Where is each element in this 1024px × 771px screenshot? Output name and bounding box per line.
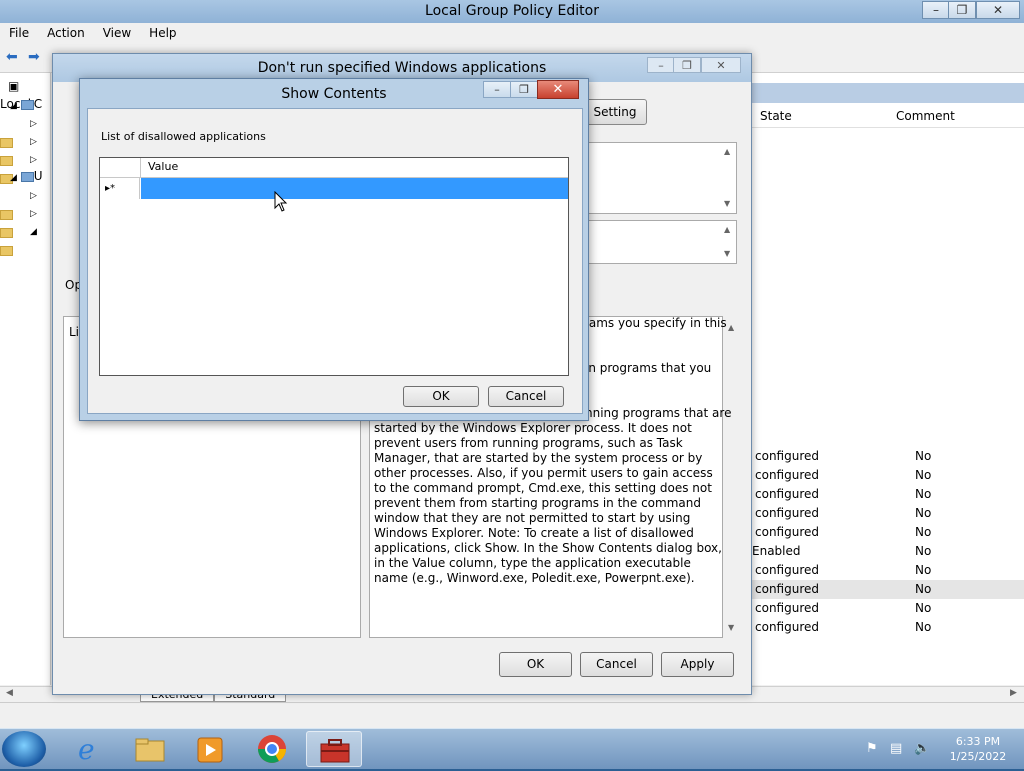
- tree-item[interactable]: ▷: [0, 113, 50, 148]
- column-comment[interactable]: Comment: [896, 105, 955, 127]
- grid-header: Value: [100, 158, 568, 178]
- details-header-band: [750, 83, 1024, 103]
- action-center-flag-icon[interactable]: ⚑: [866, 741, 878, 756]
- internet-explorer-icon[interactable]: e: [62, 731, 118, 767]
- tree-item[interactable]: ▷: [0, 149, 50, 184]
- clock-date: 1/25/2022: [949, 750, 1007, 763]
- table-row[interactable]: configured No: [750, 599, 1024, 618]
- column-headers: State Comment: [750, 105, 1024, 128]
- tree-item[interactable]: ▷: [0, 185, 50, 220]
- new-row[interactable]: ▸*: [100, 178, 568, 199]
- show-contents-body: List of disallowed applications Value ▸*…: [87, 108, 583, 414]
- clock-time: 6:33 PM: [955, 735, 1001, 748]
- column-state[interactable]: State: [760, 105, 792, 127]
- apply-button[interactable]: Apply: [661, 652, 734, 677]
- table-row[interactable]: configured No: [750, 504, 1024, 523]
- minimize-button[interactable]: –: [922, 1, 950, 19]
- chrome-icon[interactable]: [244, 731, 300, 767]
- tree-item[interactable]: ◢ C: [0, 95, 50, 113]
- mouse-cursor-icon: [274, 191, 288, 212]
- ok-button[interactable]: OK: [499, 652, 572, 677]
- menu-action[interactable]: Action: [38, 23, 94, 44]
- new-row-marker: ▸*: [100, 178, 140, 199]
- table-row[interactable]: Enabled No: [750, 542, 1024, 561]
- table-row[interactable]: configured No: [750, 485, 1024, 504]
- table-row-selected[interactable]: configured No: [750, 580, 1024, 599]
- start-button[interactable]: [2, 731, 46, 767]
- clock[interactable]: 6:33 PM 1/25/2022: [938, 734, 1018, 764]
- console-tree: ▣ Local ◢ C ▷ ▷ ▷ ◢ U ▷ ▷ ◢: [0, 73, 51, 685]
- back-arrow-icon[interactable]: ⬅: [6, 50, 22, 64]
- taskbar: e ⚑ ▤ 🔈 6:33 PM 1/25/2022: [0, 728, 1024, 769]
- help-fragment: nning programs that are: [585, 406, 732, 420]
- close-button[interactable]: ✕: [976, 1, 1020, 19]
- menu-help[interactable]: Help: [140, 23, 185, 44]
- show-contents-close-button[interactable]: ✕: [537, 80, 579, 99]
- window-title: Local Group Policy Editor: [0, 0, 1024, 23]
- show-contents-ok-button[interactable]: OK: [403, 386, 479, 407]
- comment-box[interactable]: ▲ ▼: [583, 142, 737, 214]
- row-header-corner: [100, 158, 141, 177]
- table-row[interactable]: configured No: [750, 523, 1024, 542]
- policy-close-button[interactable]: ✕: [701, 57, 741, 73]
- show-contents-dialog: Show Contents – ❐ ✕ List of disallowed a…: [79, 78, 589, 421]
- supported-on-box: ▲ ▼: [583, 220, 737, 264]
- menu-view[interactable]: View: [94, 23, 140, 44]
- tree-item[interactable]: ◢ U: [0, 167, 50, 185]
- tree-item[interactable]: ▷: [0, 131, 50, 166]
- svg-text:e: e: [78, 733, 95, 766]
- restore-button[interactable]: ❐: [948, 1, 976, 19]
- network-icon[interactable]: ▤: [890, 741, 902, 756]
- tree-item[interactable]: ▷: [0, 203, 50, 238]
- table-row[interactable]: configured No: [750, 447, 1024, 466]
- show-contents-minimize-button[interactable]: –: [483, 81, 511, 98]
- table-row[interactable]: configured No: [750, 618, 1024, 637]
- forward-arrow-icon[interactable]: ➡: [28, 50, 44, 64]
- help-text: started by the Windows Explorer process.…: [374, 421, 722, 585]
- group-policy-editor-taskbar-icon[interactable]: [306, 731, 362, 767]
- help-fragment: in programs that you: [585, 361, 712, 375]
- table-row[interactable]: configured No: [750, 466, 1024, 485]
- table-row[interactable]: configured No: [750, 561, 1024, 580]
- list-label: List of disallowed applications: [101, 130, 266, 143]
- menu-bar: File Action View Help: [0, 23, 1024, 44]
- column-value[interactable]: Value: [148, 160, 178, 173]
- help-fragment: ograms you specify in this: [569, 316, 727, 330]
- cancel-button[interactable]: Cancel: [580, 652, 653, 677]
- details-pane: State Comment configured No configured No …: [750, 73, 1024, 685]
- volume-icon[interactable]: 🔈: [914, 741, 930, 756]
- menu-file[interactable]: File: [0, 23, 38, 44]
- policy-restore-button[interactable]: ❐: [673, 57, 701, 73]
- values-grid[interactable]: Value ▸*: [99, 157, 569, 376]
- list-label: Li: [69, 325, 80, 339]
- status-bar: [0, 702, 1024, 729]
- tree-item[interactable]: ▣ Local: [0, 77, 50, 111]
- policy-minimize-button[interactable]: –: [647, 57, 675, 73]
- show-contents-cancel-button[interactable]: Cancel: [488, 386, 564, 407]
- show-contents-restore-button[interactable]: ❐: [510, 81, 538, 98]
- tree-item[interactable]: ◢: [0, 221, 50, 256]
- file-explorer-icon[interactable]: [122, 731, 178, 767]
- media-player-icon[interactable]: [182, 731, 238, 767]
- next-setting-button[interactable]: Setting: [583, 99, 647, 125]
- value-cell[interactable]: [141, 178, 568, 199]
